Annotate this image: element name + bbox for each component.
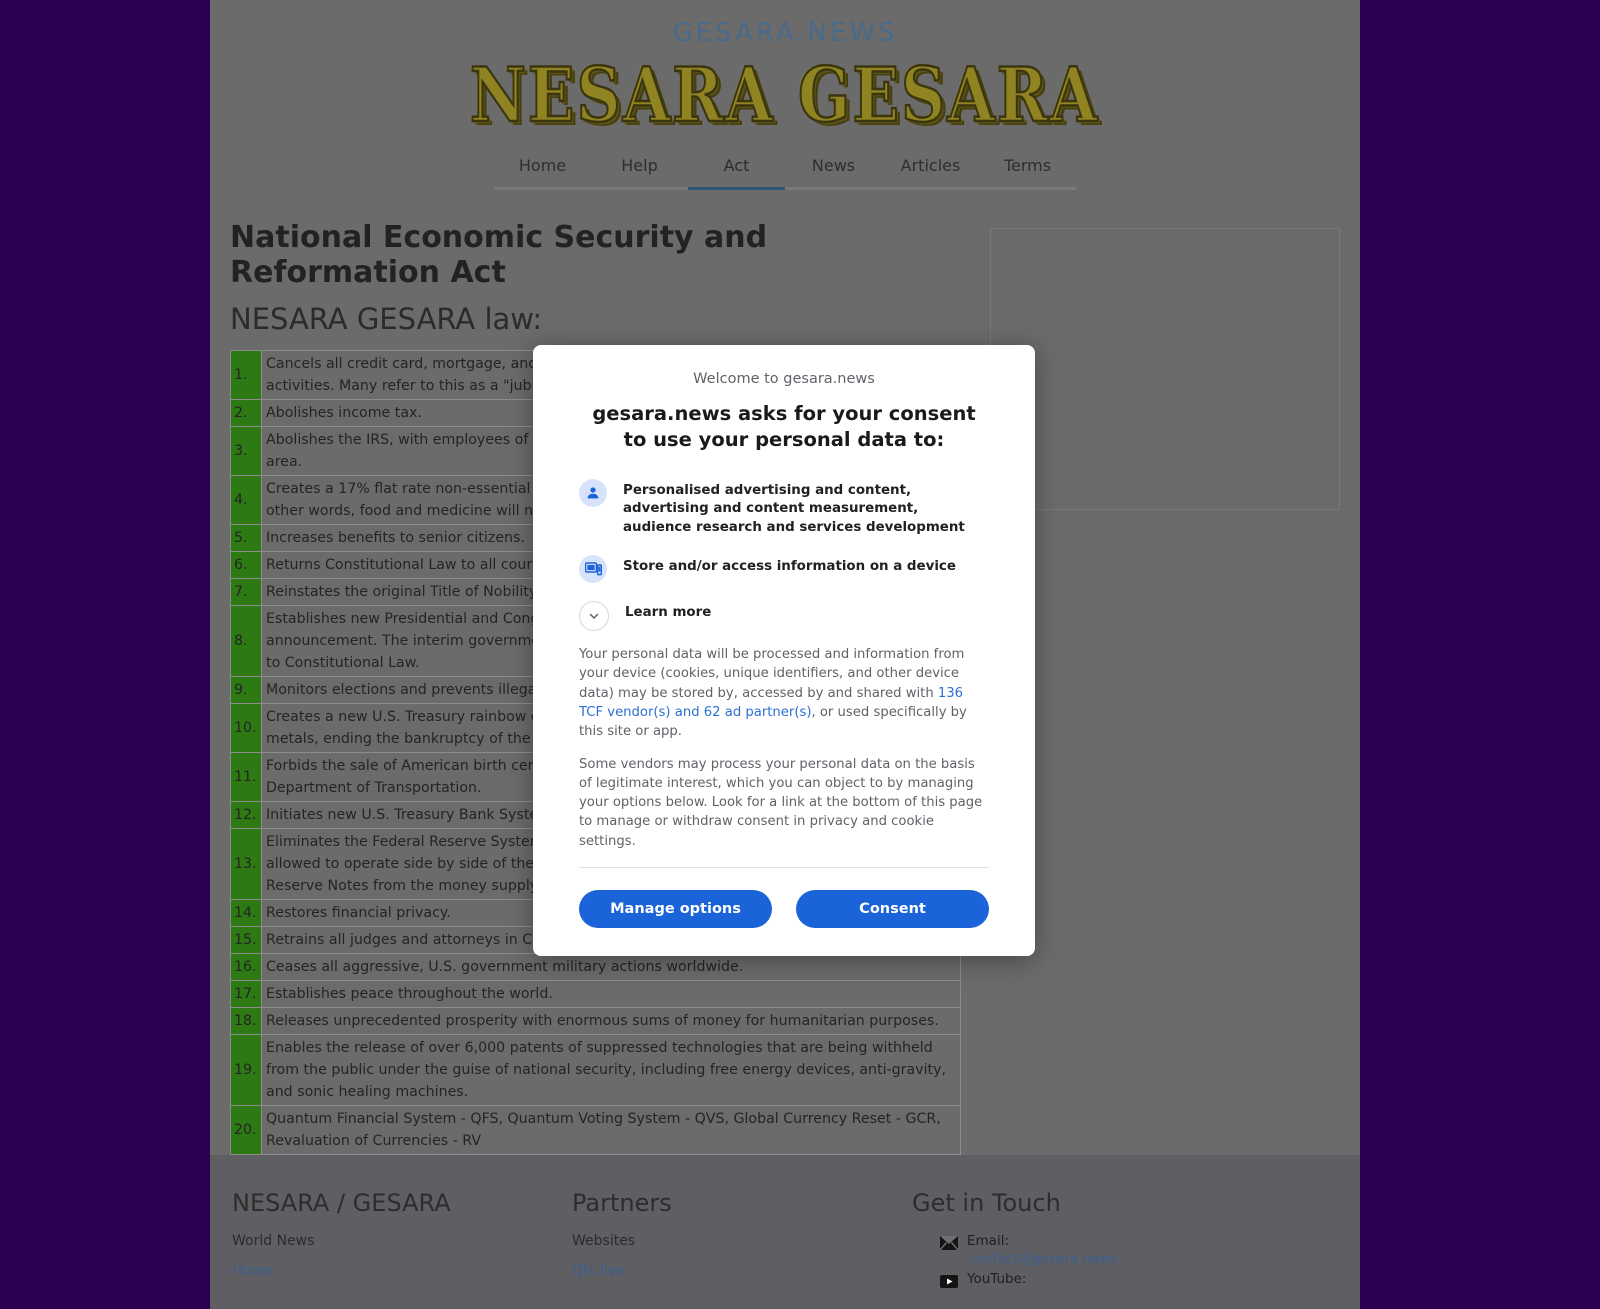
footer-subtitle-websites: Websites	[572, 1233, 636, 1249]
main-navigation: Home Help Act News Articles Terms	[210, 156, 1360, 190]
youtube-icon	[940, 1273, 958, 1288]
table-row: 18. Releases unprecedented prosperity wit…	[230, 1007, 961, 1035]
table-row-text: Ceases all aggressive, U.S. government m…	[261, 953, 961, 981]
table-row-number: 13.	[230, 828, 262, 900]
nav-item-terms[interactable]: Terms	[979, 156, 1076, 190]
consent-purpose-advertising: Personalised advertising and content, ad…	[579, 478, 989, 538]
footer-column-nesara: NESARA / GESARA World News Home	[232, 1189, 512, 1289]
table-row-number: 18.	[230, 1007, 262, 1035]
table-row-number: 12.	[230, 801, 262, 829]
contact-email-value[interactable]: contact@gesara.news	[912, 1251, 1242, 1267]
site-logo-text: NESARA GESARA	[469, 51, 1100, 141]
table-row: 16. Ceases all aggressive, U.S. governmen…	[230, 953, 961, 981]
footer-link-qfs-live[interactable]: Qfs.live	[572, 1263, 852, 1279]
nav-item-help[interactable]: Help	[591, 156, 688, 190]
footer-column-contact: Get in Touch Email: contact@gesara.news …	[912, 1189, 1242, 1289]
manage-options-button[interactable]: Manage options	[579, 889, 772, 928]
devices-icon	[579, 555, 607, 584]
page-subtitle: NESARA GESARA law:	[230, 302, 543, 336]
page-title: National Economic Security and Reformati…	[230, 220, 768, 290]
contact-youtube-row: YouTube:	[912, 1271, 1242, 1288]
footer-title-partners: Partners	[572, 1189, 672, 1217]
nav-item-news[interactable]: News	[785, 156, 882, 190]
consent-welcome-text: Welcome to gesara.news	[693, 371, 875, 387]
email-icon	[939, 1235, 959, 1251]
table-row-number: 16.	[230, 953, 262, 981]
consent-dialog: Welcome to gesara.news gesara.news asks …	[533, 345, 1035, 956]
footer-title-nesara: NESARA / GESARA	[232, 1189, 451, 1217]
consent-purpose-storage: Store and/or access information on a dev…	[579, 555, 989, 584]
table-row-number: 7.	[230, 578, 262, 606]
footer-link-home[interactable]: Home	[232, 1263, 512, 1279]
site-logo: NESARA GESARA	[210, 51, 1360, 141]
footer-title-get-in-touch: Get in Touch	[912, 1189, 1061, 1217]
consent-button[interactable]: Consent	[796, 889, 989, 928]
nav-item-articles[interactable]: Articles	[882, 156, 979, 190]
consent-heading: gesara.news asks for your consent to use…	[592, 402, 976, 451]
consent-paragraph-2: Some vendors may process your personal d…	[579, 757, 983, 849]
sidebar-column	[990, 220, 1340, 1155]
table-row-number: 1.	[230, 350, 262, 400]
consent-learn-more-label: Learn more	[625, 605, 712, 621]
table-row-number: 11.	[230, 752, 262, 802]
site-name: GESARA.NEWS	[672, 18, 898, 48]
table-row: 20. Quantum Financial System - QFS, Quant…	[230, 1105, 961, 1155]
nav-item-home[interactable]: Home	[494, 156, 591, 190]
table-row-number: 10.	[230, 703, 262, 753]
footer-subtitle-world-news: World News	[232, 1233, 315, 1249]
consent-paragraph-1-before: Your personal data will be processed and…	[579, 647, 965, 701]
contact-youtube-label: YouTube:	[967, 1271, 1027, 1287]
table-row-number: 14.	[230, 899, 262, 927]
table-row-text: Enables the release of over 6,000 patent…	[261, 1034, 961, 1106]
table-row-number: 2.	[230, 399, 262, 427]
table-row-number: 17.	[230, 980, 262, 1008]
footer-column-partners: Partners Websites Qfs.live	[572, 1189, 852, 1289]
person-icon	[579, 478, 607, 507]
consent-purpose-storage-text: Store and/or access information on a dev…	[623, 559, 956, 575]
table-row-number: 9.	[230, 676, 262, 704]
table-row-number: 15.	[230, 926, 262, 954]
consent-button-row: Manage options Consent	[579, 868, 989, 934]
table-row-number: 19.	[230, 1034, 262, 1106]
table-row: 17. Establishes peace throughout the worl…	[230, 980, 961, 1008]
contact-email-label: Email:	[967, 1233, 1010, 1249]
nav-item-act[interactable]: Act	[688, 156, 785, 190]
table-row-number: 6.	[230, 551, 262, 579]
site-footer: NESARA / GESARA World News Home Partners…	[210, 1155, 1360, 1309]
consent-dialog-inner: Welcome to gesara.news gesara.news asks …	[533, 345, 1035, 956]
table-row-number: 8.	[230, 605, 262, 677]
table-row-number: 5.	[230, 524, 262, 552]
contact-email-row: Email:	[912, 1233, 1242, 1251]
table-row-number: 3.	[230, 426, 262, 476]
table-row-number: 4.	[230, 475, 262, 525]
consent-paragraph-1: Your personal data will be processed and…	[579, 645, 989, 741]
table-row: 19. Enables the release of over 6,000 pat…	[230, 1034, 961, 1106]
consent-learn-more[interactable]: Learn more	[579, 601, 989, 632]
site-header: GESARA.NEWS NESARA GESARA Home Help Act …	[210, 0, 1360, 190]
table-row-text: Establishes peace throughout the world.	[261, 980, 961, 1008]
table-row-text: Quantum Financial System - QFS, Quantum …	[261, 1105, 961, 1155]
table-row-number: 20.	[230, 1105, 262, 1155]
ad-placeholder	[990, 228, 1340, 510]
chevron-down-icon[interactable]	[579, 601, 609, 632]
table-row-text: Releases unprecedented prosperity with e…	[261, 1007, 961, 1035]
consent-purpose-advertising-text: Personalised advertising and content, ad…	[623, 482, 965, 535]
